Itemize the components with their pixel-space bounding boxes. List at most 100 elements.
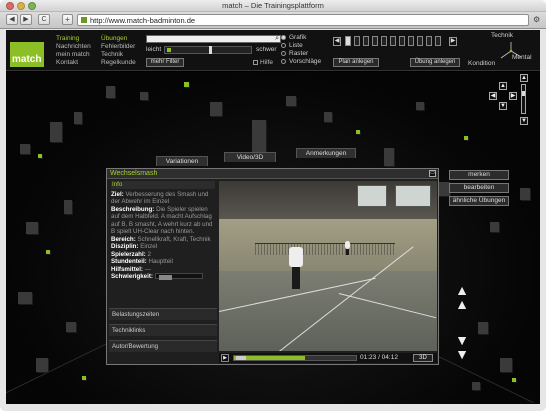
nav-item-training[interactable]: Training bbox=[56, 35, 91, 43]
exercise-cube[interactable] bbox=[512, 378, 516, 382]
exercise-cube[interactable] bbox=[478, 322, 488, 334]
subnav-item-technik[interactable]: Technik bbox=[101, 51, 136, 59]
match-logo[interactable]: match bbox=[10, 42, 44, 67]
exercise-cube[interactable] bbox=[50, 122, 62, 142]
video-progress-bar[interactable] bbox=[233, 355, 357, 361]
exercise-cube[interactable] bbox=[384, 148, 394, 166]
gear-icon[interactable]: ⚙ bbox=[533, 15, 540, 24]
difficulty-slider[interactable] bbox=[164, 46, 252, 54]
plan-slot[interactable] bbox=[399, 36, 405, 46]
exercise-cube[interactable] bbox=[64, 200, 72, 214]
difficulty-slider-thumb[interactable] bbox=[209, 46, 212, 54]
help-checkbox-box[interactable] bbox=[253, 59, 258, 65]
plan-slot[interactable] bbox=[345, 36, 351, 46]
create-exercise-button[interactable]: Übung anlegen bbox=[410, 58, 460, 67]
search-icon[interactable]: ⌕ bbox=[275, 35, 279, 43]
nav-item-mein-match[interactable]: mein match bbox=[56, 51, 91, 59]
exercise-cube[interactable] bbox=[500, 358, 512, 372]
exercise-cube[interactable] bbox=[36, 358, 48, 372]
plan-slot[interactable] bbox=[372, 36, 378, 46]
subnav-item-regelkunde[interactable]: Regelkunde bbox=[101, 59, 136, 67]
view-option-vorschlaege[interactable]: Vorschläge bbox=[281, 58, 321, 65]
zoom-in-icon[interactable]: ▲ bbox=[520, 74, 528, 82]
tab-video-3d[interactable]: Video/3D bbox=[224, 152, 276, 162]
exercise-cube[interactable] bbox=[464, 136, 468, 140]
exercise-cube[interactable] bbox=[416, 102, 424, 110]
difficulty-fill bbox=[158, 275, 172, 281]
close-icon[interactable]: ▭ bbox=[429, 170, 436, 177]
create-plan-button[interactable]: Plan anlegen bbox=[333, 58, 379, 67]
reload-button[interactable]: C bbox=[38, 14, 50, 25]
plan-slot[interactable] bbox=[435, 36, 441, 46]
plan-slot[interactable] bbox=[426, 36, 432, 46]
plan-slot[interactable] bbox=[354, 36, 360, 46]
exercise-cube[interactable] bbox=[26, 222, 38, 234]
toggle-3d-button[interactable]: 3D bbox=[413, 354, 433, 362]
exercise-cube[interactable] bbox=[20, 144, 30, 154]
exercise-cube[interactable] bbox=[286, 96, 296, 106]
view-option-grafik[interactable]: Grafik bbox=[281, 34, 306, 41]
scroll-down-fast-icon[interactable]: ▼ bbox=[453, 347, 471, 361]
exercise-video[interactable] bbox=[219, 181, 437, 351]
tab-variationen[interactable]: Variationen bbox=[156, 156, 208, 166]
exercise-cube[interactable] bbox=[106, 86, 115, 98]
info-heading[interactable]: Info bbox=[111, 181, 215, 189]
pan-down-icon[interactable]: ▼ bbox=[499, 102, 507, 110]
scroll-up-icon[interactable]: ▲ bbox=[453, 297, 471, 311]
scroll-down-icon[interactable]: ▼ bbox=[453, 333, 471, 347]
back-button[interactable]: ◀ bbox=[6, 14, 18, 25]
plan-slot[interactable] bbox=[408, 36, 414, 46]
play-icon[interactable]: ▶ bbox=[221, 354, 229, 362]
favicon-icon bbox=[81, 17, 87, 23]
nav-item-kontakt[interactable]: Kontakt bbox=[56, 59, 91, 67]
exercise-cube[interactable] bbox=[66, 322, 76, 332]
similar-exercises-button[interactable]: ähnliche Übungen bbox=[449, 196, 509, 206]
accordion-belastungszeiten[interactable]: Belastungszeiten bbox=[109, 308, 217, 320]
exercise-cube[interactable] bbox=[210, 102, 222, 116]
plan-slot[interactable] bbox=[363, 36, 369, 46]
player-b-legs bbox=[346, 249, 349, 255]
bearbeiten-button[interactable]: bearbeiten bbox=[449, 183, 509, 193]
exercise-cube[interactable] bbox=[82, 376, 86, 380]
zoom-out-icon[interactable]: ▼ bbox=[520, 117, 528, 125]
video-progress-thumb[interactable] bbox=[236, 356, 246, 360]
forward-button[interactable]: ▶ bbox=[20, 14, 32, 25]
exercise-cube[interactable] bbox=[490, 222, 499, 232]
zoom-slider-thumb[interactable] bbox=[522, 91, 525, 96]
subnav-item-fehlerbilder[interactable]: Fehlerbilder bbox=[101, 43, 136, 51]
difficulty-min-label: leicht bbox=[146, 46, 162, 53]
exercise-cube[interactable] bbox=[472, 382, 480, 390]
search-input[interactable]: ⌕ bbox=[146, 35, 281, 43]
pan-right-icon[interactable]: ▶ bbox=[509, 92, 517, 100]
exercise-cube[interactable] bbox=[140, 92, 148, 100]
pan-up-icon[interactable]: ▲ bbox=[499, 82, 507, 90]
address-bar[interactable]: http://www.match-badminton.de bbox=[77, 14, 529, 26]
exercise-cube[interactable] bbox=[18, 292, 32, 304]
help-label: Hilfe bbox=[260, 59, 274, 66]
accordion-autor-bewertung[interactable]: Autor/Bewertung bbox=[109, 340, 217, 352]
exercise-cube[interactable] bbox=[184, 82, 189, 87]
zoom-slider[interactable] bbox=[521, 84, 526, 114]
exercise-cube[interactable] bbox=[74, 112, 82, 124]
exercise-cube[interactable] bbox=[520, 188, 530, 200]
scroll-up-fast-icon[interactable]: ▲ bbox=[453, 283, 471, 297]
view-option-raster[interactable]: Raster bbox=[281, 50, 308, 57]
plan-slot[interactable] bbox=[381, 36, 387, 46]
merken-button[interactable]: merken bbox=[449, 170, 509, 180]
view-option-liste[interactable]: Liste bbox=[281, 42, 303, 49]
pan-left-icon[interactable]: ◀ bbox=[489, 92, 497, 100]
tab-anmerkungen[interactable]: Anmerkungen bbox=[296, 148, 356, 158]
plan-next-button[interactable]: ▶ bbox=[449, 37, 457, 46]
exercise-cube[interactable] bbox=[38, 154, 42, 158]
add-bookmark-button[interactable]: + bbox=[62, 14, 73, 25]
exercise-cube[interactable] bbox=[324, 112, 332, 122]
accordion-techniklinks[interactable]: Techniklinks bbox=[109, 324, 217, 336]
help-checkbox[interactable]: Hilfe bbox=[253, 59, 273, 66]
subnav-item-uebungen[interactable]: Übungen bbox=[101, 35, 136, 43]
nav-item-nachrichten[interactable]: Nachrichten bbox=[56, 43, 91, 51]
exercise-cube[interactable] bbox=[356, 130, 360, 134]
plan-slot[interactable] bbox=[417, 36, 423, 46]
more-filter-button[interactable]: mehr Filter bbox=[146, 58, 184, 67]
exercise-cube[interactable] bbox=[46, 250, 50, 254]
plan-slot[interactable] bbox=[390, 36, 396, 46]
